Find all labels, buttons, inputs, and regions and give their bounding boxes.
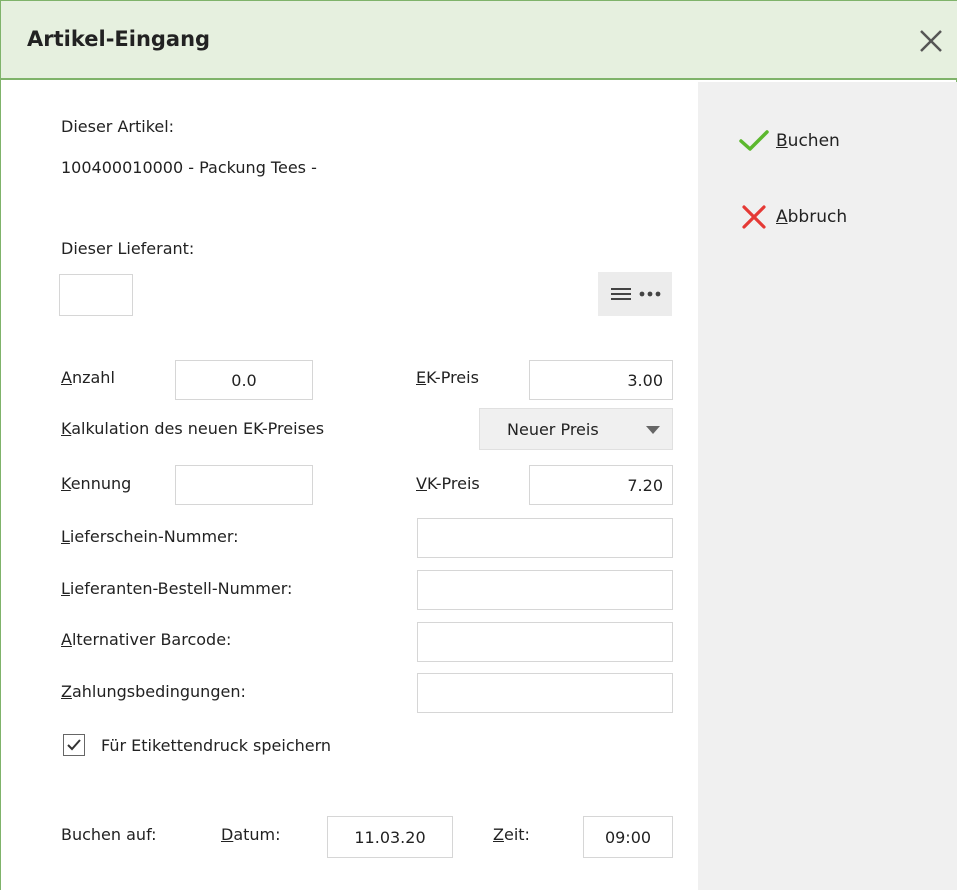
payment-terms-label: Zahlungsbedingungen: [61, 682, 246, 701]
purchase-price-input[interactable]: 3.00 [529, 360, 673, 400]
delivery-note-input[interactable] [417, 518, 673, 558]
more-dots-icon [639, 291, 661, 297]
supplier-menu-button[interactable] [598, 272, 672, 316]
identifier-label: Kennung [61, 474, 132, 493]
time-label: Zeit: [493, 825, 530, 844]
article-value: 100400010000 - Packung Tees - [61, 158, 317, 177]
date-label: Datum: [221, 825, 281, 844]
sales-price-label: VK-Preis [416, 474, 480, 493]
label-print-checkbox[interactable] [63, 734, 85, 756]
dialog-title: Artikel-Eingang [27, 27, 211, 51]
label-print-label: Für Etikettendruck speichern [101, 736, 332, 755]
dropdown-arrow-icon [646, 426, 660, 434]
sales-price-input[interactable]: 7.20 [529, 465, 673, 505]
cancel-button[interactable]: Abbruch [738, 202, 847, 232]
article-label: Dieser Artikel: [61, 117, 175, 136]
time-input[interactable]: 09:00 [583, 816, 673, 858]
supplier-order-label: Lieferanten-Bestell-Nummer: [61, 579, 293, 598]
calculation-label: Kalkulation des neuen EK-Preises [61, 419, 325, 438]
hamburger-menu-icon [611, 288, 631, 300]
calculation-selected-value: Neuer Preis [507, 419, 599, 439]
cross-red-icon [742, 205, 766, 229]
book-button[interactable]: Buchen [738, 126, 840, 156]
checkmark-icon [67, 739, 81, 751]
title-bar: Artikel-Eingang [1, 0, 957, 80]
book-button-label: Buchen [776, 131, 840, 151]
delivery-note-label: Lieferschein-Nummer: [61, 527, 239, 546]
quantity-label: Anzahl [61, 368, 115, 387]
calculation-select[interactable]: Neuer Preis [479, 408, 673, 450]
supplier-label: Dieser Lieferant: [61, 239, 195, 258]
alt-barcode-label: Alternativer Barcode: [61, 630, 232, 649]
checkmark-green-icon [739, 130, 769, 151]
alt-barcode-input[interactable] [417, 622, 673, 662]
close-icon [920, 30, 942, 52]
booking-label: Buchen auf: [61, 825, 157, 844]
quantity-input[interactable]: 0.0 [175, 360, 313, 400]
cancel-button-label: Abbruch [776, 207, 848, 227]
article-receipt-dialog: Artikel-Eingang Dieser Artikel: 10040001… [0, 0, 957, 890]
payment-terms-input[interactable] [417, 673, 673, 713]
purchase-price-label: EK-Preis [416, 368, 479, 387]
action-panel: Buchen Abbruch [698, 82, 957, 890]
close-button[interactable] [913, 23, 949, 59]
date-input[interactable]: 11.03.20 [327, 816, 453, 858]
identifier-input[interactable] [175, 465, 313, 505]
supplier-order-input[interactable] [417, 570, 673, 610]
supplier-input[interactable] [59, 274, 133, 316]
